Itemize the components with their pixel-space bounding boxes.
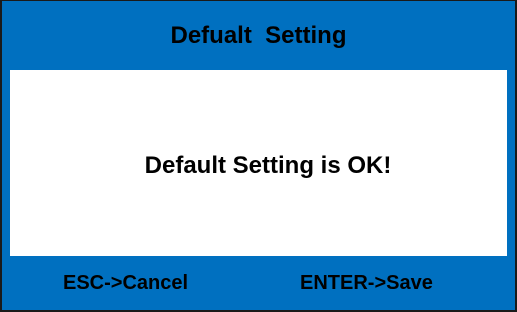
dialog-title: Defualt Setting	[170, 22, 347, 49]
key-hint-bar: ESC->Cancel ENTER->Save	[2, 258, 515, 310]
esc-cancel-hint[interactable]: ESC->Cancel	[63, 272, 188, 295]
dialog-title-bar: Defualt Setting	[2, 1, 515, 69]
enter-save-hint[interactable]: ENTER->Save	[300, 272, 433, 295]
default-setting-dialog: Defualt Setting Default Setting is OK! E…	[0, 0, 517, 312]
status-message: Default Setting is OK!	[144, 151, 392, 179]
message-panel: Default Setting is OK!	[10, 70, 507, 256]
